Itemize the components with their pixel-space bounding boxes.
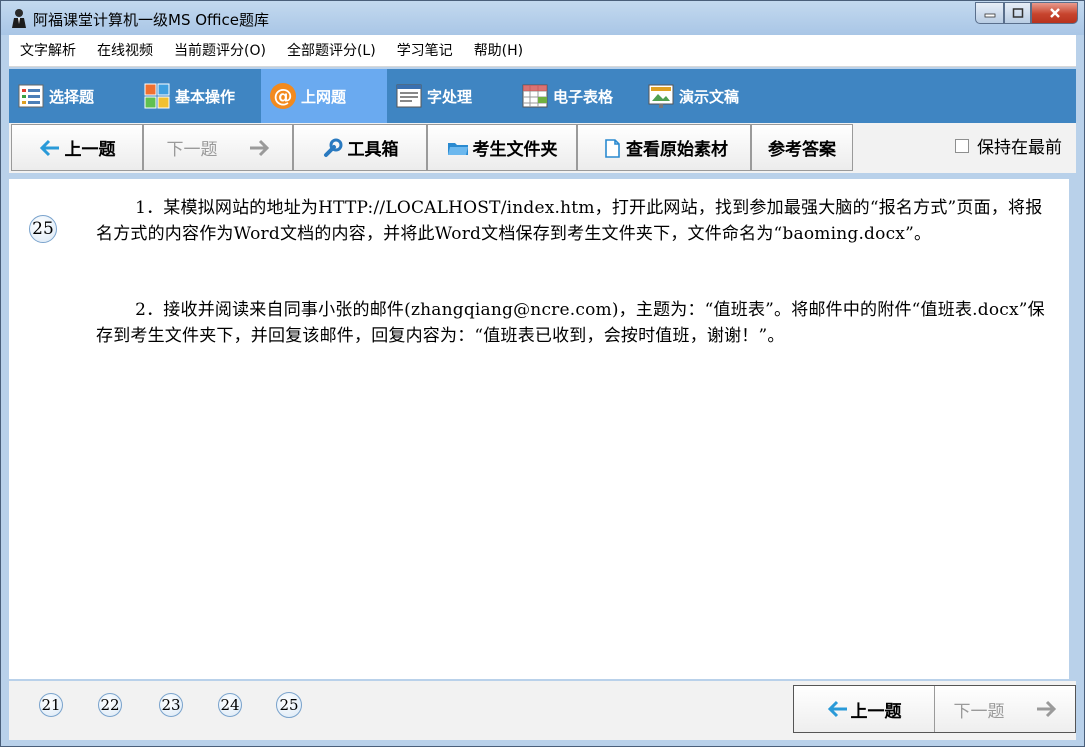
module-label: 字处理 xyxy=(427,87,473,106)
person-icon xyxy=(12,9,26,28)
question-link-24[interactable]: 24 xyxy=(218,693,242,717)
file-icon xyxy=(605,138,620,158)
candidate-folder-button[interactable]: 考生文件夹 xyxy=(427,124,577,171)
bottom-pager: 21 22 23 24 25 上一题 下一题 xyxy=(9,681,1076,740)
question-link-23[interactable]: 23 xyxy=(159,693,183,717)
question-content: 25 1．某模拟网站的地址为HTTP://LOCALHOST/index.htm… xyxy=(9,179,1069,679)
module-bar: 选择题 基本操作 @ 上网题 字处理 电子表格 演示文稿 xyxy=(9,69,1076,123)
grid-icon xyxy=(144,83,170,109)
keep-on-top-checkbox[interactable] xyxy=(955,138,969,153)
arrow-right-icon xyxy=(1036,700,1056,718)
keep-on-top-label: 保持在最前 xyxy=(977,138,1062,158)
question-paragraph-2: 2．接收并阅读来自同事小张的邮件(zhangqiang@ncre.com)，主题… xyxy=(96,300,1045,346)
bottom-next-button[interactable]: 下一题 xyxy=(934,686,1075,732)
menu-bar: 文字解析 在线视频 当前题评分(O) 全部题评分(L) 学习笔记 帮助(H) xyxy=(9,35,1076,67)
window-title: 阿福课堂计算机一级MS Office题库 xyxy=(33,11,270,29)
minimize-icon xyxy=(984,13,995,18)
question-link-25[interactable]: 25 xyxy=(276,692,302,718)
question-link-22[interactable]: 22 xyxy=(98,693,122,717)
view-source-button[interactable]: 查看原始素材 xyxy=(577,124,751,171)
next-question-label: 下一题 xyxy=(166,140,218,160)
document-icon xyxy=(396,84,422,108)
next-question-button[interactable]: 下一题 xyxy=(143,124,293,171)
module-label: 选择题 xyxy=(49,87,95,106)
module-presentation[interactable]: 演示文稿 xyxy=(639,69,765,123)
svg-text:@: @ xyxy=(274,85,293,107)
reference-answer-label: 参考答案 xyxy=(768,140,836,160)
menu-help[interactable]: 帮助(H) xyxy=(464,35,533,67)
prev-question-label: 上一题 xyxy=(64,140,116,160)
menu-grade-current[interactable]: 当前题评分(O) xyxy=(164,35,276,67)
action-toolbar: 上一题 下一题 工具箱 考生文件夹 查看原始素材 参考答案 保持在最前 xyxy=(9,123,1076,173)
close-icon xyxy=(1049,8,1060,18)
question-number-badge: 25 xyxy=(29,215,57,243)
list-icon xyxy=(18,84,44,108)
wrench-icon xyxy=(323,138,342,157)
bottom-nav: 上一题 下一题 xyxy=(793,685,1076,733)
module-word-processing[interactable]: 字处理 xyxy=(387,69,513,123)
slides-icon xyxy=(648,84,674,108)
title-bar: 阿福课堂计算机一级MS Office题库 xyxy=(1,1,1084,35)
module-multiple-choice[interactable]: 选择题 xyxy=(9,69,135,123)
bottom-next-label: 下一题 xyxy=(953,701,1005,722)
toolbox-label: 工具箱 xyxy=(347,140,399,160)
candidate-folder-label: 考生文件夹 xyxy=(472,140,558,160)
module-internet[interactable]: @ 上网题 xyxy=(261,69,387,123)
app-window: 阿福课堂计算机一级MS Office题库 文字解析 在线视频 当前题评分(O) … xyxy=(0,0,1085,747)
module-label: 基本操作 xyxy=(175,87,236,106)
question-paragraph-1: 1．某模拟网站的地址为HTTP://LOCALHOST/index.htm，打开… xyxy=(96,198,1043,244)
module-label: 电子表格 xyxy=(553,87,614,106)
menu-online-video[interactable]: 在线视频 xyxy=(87,35,163,67)
reference-answer-button[interactable]: 参考答案 xyxy=(751,124,853,171)
arrow-right-icon xyxy=(249,139,269,156)
toolbox-button[interactable]: 工具箱 xyxy=(293,124,427,171)
minimize-button[interactable] xyxy=(975,2,1004,24)
close-button[interactable] xyxy=(1031,2,1078,24)
menu-grade-all[interactable]: 全部题评分(L) xyxy=(277,35,386,67)
module-label: 上网题 xyxy=(301,87,347,106)
menu-study-notes[interactable]: 学习笔记 xyxy=(387,35,463,67)
arrow-left-icon xyxy=(827,700,847,718)
bottom-prev-button[interactable]: 上一题 xyxy=(794,686,934,732)
at-icon: @ xyxy=(270,83,296,109)
maximize-icon xyxy=(1012,8,1023,18)
arrow-left-icon xyxy=(39,139,59,156)
prev-question-button[interactable]: 上一题 xyxy=(11,124,143,171)
view-source-label: 查看原始素材 xyxy=(626,140,728,160)
module-basic-ops[interactable]: 基本操作 xyxy=(135,69,261,123)
menu-text-analysis[interactable]: 文字解析 xyxy=(10,35,86,67)
folder-icon xyxy=(447,142,468,155)
keep-on-top-toggle[interactable]: 保持在最前 xyxy=(955,133,1062,158)
maximize-button[interactable] xyxy=(1004,2,1031,24)
window-controls xyxy=(975,2,1078,24)
module-spreadsheet[interactable]: 电子表格 xyxy=(513,69,639,123)
spreadsheet-icon xyxy=(522,84,548,108)
bottom-prev-label: 上一题 xyxy=(850,701,902,722)
question-link-21[interactable]: 21 xyxy=(39,693,63,717)
module-label: 演示文稿 xyxy=(679,87,740,106)
